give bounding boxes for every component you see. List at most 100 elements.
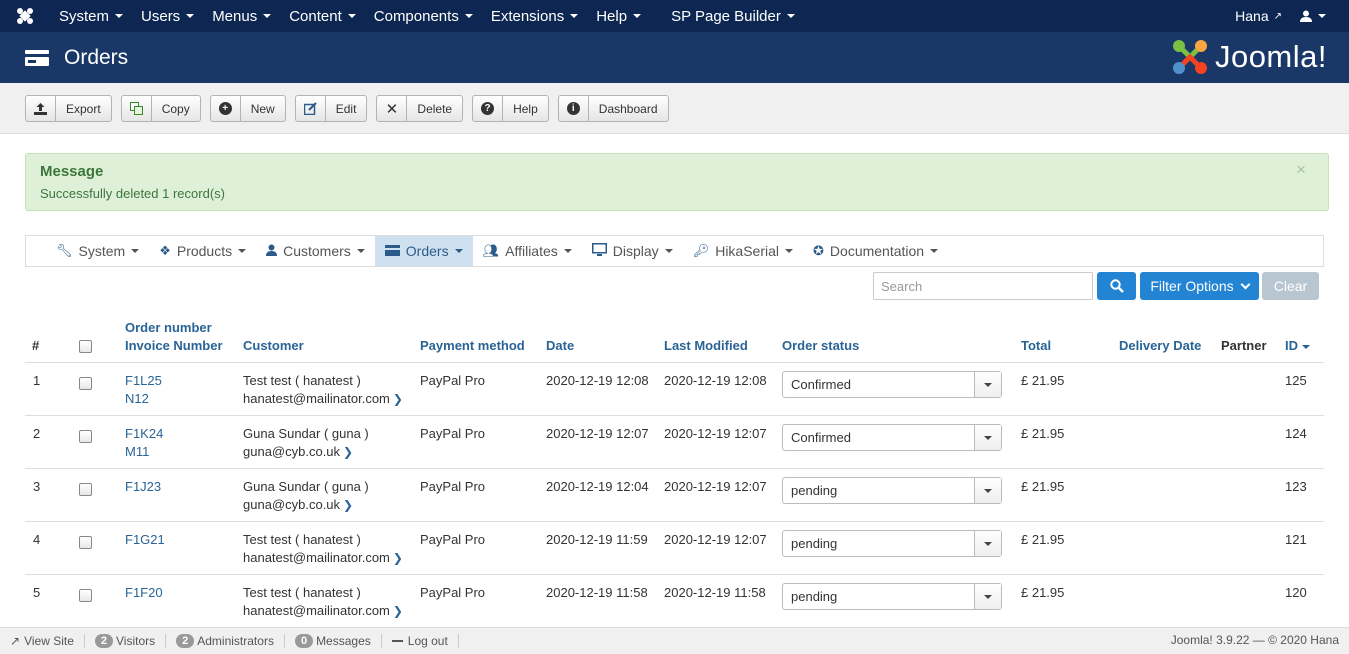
hika-menu-orders[interactable]: Orders bbox=[374, 236, 473, 266]
help-button[interactable]: ? Help bbox=[472, 95, 549, 122]
menu-help[interactable]: Help bbox=[587, 0, 650, 32]
hika-menu-affiliates[interactable]: 👥︎ Affiliates bbox=[473, 236, 582, 266]
monitor-icon bbox=[591, 243, 607, 259]
caret-down-icon bbox=[263, 14, 272, 18]
col-invoice-number[interactable]: Invoice Number bbox=[125, 338, 223, 353]
row-checkbox[interactable] bbox=[79, 483, 92, 496]
order-number-link[interactable]: F1J23 bbox=[125, 479, 161, 494]
row-checkbox[interactable] bbox=[79, 430, 92, 443]
caret-down-icon bbox=[1318, 14, 1326, 18]
order-status-select[interactable]: pending bbox=[782, 530, 1002, 557]
copy-button[interactable]: Copy bbox=[120, 95, 201, 122]
nav-right: Hana ↗ bbox=[1226, 0, 1349, 32]
col-id[interactable]: ID bbox=[1285, 338, 1310, 353]
dashboard-button[interactable]: i Dashboard bbox=[557, 95, 669, 122]
hika-menu-display[interactable]: Display bbox=[582, 236, 683, 266]
table-header: # Order number Invoice Number Customer P… bbox=[25, 316, 1324, 363]
status-bar: ↗ View Site 2 Visitors 2 Administrators … bbox=[0, 627, 1349, 654]
order-number-link[interactable]: F1F20 bbox=[125, 585, 163, 600]
user-menu[interactable] bbox=[1291, 0, 1335, 32]
col-last-modified[interactable]: Last Modified bbox=[664, 338, 748, 353]
customer-email-link[interactable]: guna@cyb.co.uk ❯ bbox=[243, 497, 353, 512]
help-circle-icon: ? bbox=[473, 96, 504, 121]
caret-down-icon bbox=[984, 382, 992, 387]
select-all-checkbox[interactable] bbox=[79, 340, 92, 353]
menu-users[interactable]: Users bbox=[132, 0, 203, 32]
col-payment-method[interactable]: Payment method bbox=[420, 338, 525, 353]
menu-menus[interactable]: Menus bbox=[203, 0, 280, 32]
caret-down-icon bbox=[131, 249, 140, 253]
hikashop-menu: 🔧︎ System ❖ Products Customers Orders 👥︎ Af… bbox=[25, 235, 1324, 267]
menu-sp-page-builder[interactable]: SP Page Builder bbox=[662, 0, 804, 32]
sort-desc-icon bbox=[1302, 344, 1310, 349]
edit-button[interactable]: Edit bbox=[294, 95, 368, 122]
hika-menu-customers[interactable]: Customers bbox=[256, 236, 375, 266]
joomla-logo-icon[interactable] bbox=[0, 0, 50, 32]
customer-name: Test test ( hanatest ) bbox=[243, 373, 361, 388]
messages-link[interactable]: 0 Messages bbox=[294, 634, 382, 648]
search-input[interactable] bbox=[873, 272, 1093, 300]
col-customer[interactable]: Customer bbox=[243, 338, 304, 353]
hika-menu-documentation[interactable]: ✪ Documentation bbox=[803, 236, 948, 266]
caret-down-icon bbox=[186, 14, 195, 18]
lifebuoy-icon: ✪ bbox=[813, 243, 824, 258]
row-checkbox[interactable] bbox=[79, 589, 92, 602]
view-site-link[interactable]: ↗ View Site bbox=[10, 634, 85, 648]
visitors-badge: 2 bbox=[94, 634, 113, 648]
menu-content[interactable]: Content bbox=[280, 0, 365, 32]
order-status-select[interactable]: Confirmed bbox=[782, 424, 1002, 451]
order-number-link[interactable]: F1K24 bbox=[125, 426, 163, 441]
order-number-link[interactable]: F1L25 bbox=[125, 373, 162, 388]
delete-button[interactable]: ✕ Delete bbox=[376, 95, 464, 122]
site-link[interactable]: Hana ↗ bbox=[1226, 0, 1291, 32]
toolbar: Export Copy + New Edit ✕ Delete ? Help i… bbox=[0, 83, 1349, 134]
customer-email-link[interactable]: hanatest@mailinator.com ❯ bbox=[243, 391, 403, 406]
page-header: Orders Joomla! bbox=[0, 32, 1349, 83]
hika-menu-system[interactable]: 🔧︎ System bbox=[46, 236, 149, 266]
copy-icon bbox=[122, 96, 152, 121]
col-delivery-date[interactable]: Delivery Date bbox=[1119, 338, 1201, 353]
invoice-number-link[interactable]: M11 bbox=[125, 444, 149, 459]
administrators-badge: 2 bbox=[176, 634, 195, 648]
export-button[interactable]: Export bbox=[25, 95, 112, 122]
top-navbar: System Users Menus Content Components Ex… bbox=[0, 0, 1349, 32]
message-body: Successfully deleted 1 record(s) bbox=[40, 186, 225, 201]
chevron-down-icon bbox=[1240, 279, 1251, 289]
row-checkbox[interactable] bbox=[79, 536, 92, 549]
caret-down-icon bbox=[785, 249, 794, 253]
version-text: Joomla! 3.9.22 — © 2020 Hana bbox=[1170, 633, 1339, 647]
messages-badge: 0 bbox=[294, 634, 314, 648]
col-order-status[interactable]: Order status bbox=[782, 338, 859, 353]
invoice-number-link[interactable]: N12 bbox=[125, 391, 149, 406]
search-icon bbox=[1109, 279, 1124, 293]
col-total[interactable]: Total bbox=[1021, 338, 1051, 353]
close-icon[interactable]: × bbox=[1296, 160, 1306, 180]
hika-menu-hikaserial[interactable]: 🔑︎ HikaSerial bbox=[683, 236, 803, 266]
row-checkbox[interactable] bbox=[79, 377, 92, 390]
menu-extensions[interactable]: Extensions bbox=[482, 0, 587, 32]
menu-system[interactable]: System bbox=[50, 0, 132, 32]
col-order-number[interactable]: Order number bbox=[125, 320, 212, 335]
order-status-select[interactable]: pending bbox=[782, 477, 1002, 504]
customer-email-link[interactable]: hanatest@mailinator.com ❯ bbox=[243, 603, 403, 618]
joomla-brand-text: Joomla! bbox=[1214, 39, 1327, 74]
caret-down-icon bbox=[570, 14, 579, 18]
user-icon bbox=[266, 244, 278, 259]
chevron-right-icon: ❯ bbox=[392, 604, 403, 618]
caret-down-icon bbox=[664, 249, 673, 253]
clear-button[interactable]: Clear bbox=[1262, 272, 1319, 300]
search-button[interactable] bbox=[1097, 272, 1136, 300]
order-status-select[interactable]: pending bbox=[782, 583, 1002, 610]
order-number-link[interactable]: F1G21 bbox=[125, 532, 165, 547]
new-button[interactable]: + New bbox=[209, 95, 286, 122]
filter-options-button[interactable]: Filter Options bbox=[1140, 272, 1259, 300]
logout-link[interactable]: Log out bbox=[391, 634, 459, 648]
order-status-select[interactable]: Confirmed bbox=[782, 371, 1002, 398]
menu-components[interactable]: Components bbox=[365, 0, 482, 32]
hika-menu-products[interactable]: ❖ Products bbox=[149, 236, 256, 266]
customer-email-link[interactable]: guna@cyb.co.uk ❯ bbox=[243, 444, 353, 459]
visitors-link[interactable]: 2 Visitors bbox=[94, 634, 167, 648]
customer-email-link[interactable]: hanatest@mailinator.com ❯ bbox=[243, 550, 403, 565]
administrators-link[interactable]: 2 Administrators bbox=[176, 634, 285, 648]
col-date[interactable]: Date bbox=[546, 338, 574, 353]
